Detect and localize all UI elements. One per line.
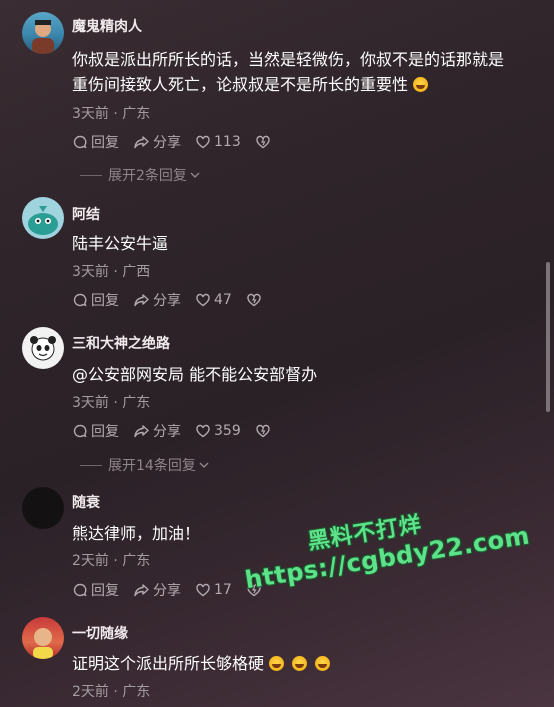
share-icon (134, 136, 149, 149)
share-label: 分享 (153, 583, 181, 599)
reply-button[interactable]: 回复 (72, 290, 119, 310)
avatar-person-icon (32, 20, 54, 54)
like-button[interactable]: 113 (195, 134, 241, 150)
share-icon (134, 294, 149, 307)
avatar[interactable] (22, 487, 64, 529)
share-label: 分享 (153, 424, 181, 440)
comment-time-location: 3天前 · 广东 (72, 106, 151, 122)
reply-button[interactable]: 回复 (72, 132, 119, 152)
laugh-emoji-icon (292, 656, 308, 671)
like-button[interactable]: 17 (195, 582, 232, 598)
like-count: 113 (214, 134, 241, 150)
expand-replies-button[interactable]: 展开2条回复 (80, 165, 201, 185)
share-label: 分享 (153, 135, 181, 151)
username[interactable]: 一切随缘 (72, 623, 128, 643)
username[interactable]: 三和大神之绝路 (72, 333, 170, 353)
laugh-emoji-icon (413, 77, 429, 92)
chevron-down-icon (199, 462, 209, 468)
heart-icon (196, 583, 210, 597)
avatar[interactable] (22, 617, 64, 659)
like-count: 359 (214, 423, 241, 439)
dislike-heart-icon (247, 293, 261, 307)
reply-button[interactable]: 回复 (72, 580, 119, 600)
dislike-button[interactable] (255, 134, 274, 150)
avatar-creature-icon (28, 206, 58, 235)
username[interactable]: 随衰 (72, 492, 100, 512)
avatar[interactable] (22, 197, 64, 239)
username[interactable]: 阿结 (72, 204, 100, 224)
reply-icon (73, 424, 87, 438)
expand-replies-label: 展开14条回复 (108, 458, 196, 474)
dislike-heart-icon (256, 135, 270, 149)
comment-time-location: 2天前 · 广东 (72, 684, 151, 700)
share-icon (134, 425, 149, 438)
comment-actions: 回复 分享 47 (72, 289, 279, 311)
comment-line-text: 重伤间接致人死亡，论叔叔是不是所长的重要性 (72, 75, 409, 94)
comment-text: @公安部网安局 能不能公安部督办 (72, 362, 532, 387)
reply-icon (73, 293, 87, 307)
comment-line-text: 证明这个派出所所长够格硬 (72, 654, 265, 673)
comment-actions: 回复 分享 359 (72, 420, 288, 442)
scrollbar-thumb[interactable] (546, 262, 550, 412)
chevron-down-icon (190, 172, 200, 178)
reply-label: 回复 (91, 293, 119, 309)
comment-line: 陆丰公安牛逼 (72, 234, 169, 253)
reply-button[interactable]: 回复 (72, 421, 119, 441)
avatar[interactable] (22, 327, 64, 369)
dislike-button[interactable] (255, 423, 274, 439)
share-button[interactable]: 分享 (133, 290, 181, 310)
reply-label: 回复 (91, 583, 119, 599)
like-count: 17 (214, 582, 232, 598)
divider (80, 464, 102, 466)
avatar[interactable] (22, 12, 64, 54)
reply-label: 回复 (91, 424, 119, 440)
share-icon (134, 584, 149, 597)
comment-line: 重伤间接致人死亡，论叔叔是不是所长的重要性 (72, 72, 532, 97)
comment-actions: 回复 分享 113 (72, 131, 288, 153)
expand-replies-label: 展开2条回复 (108, 168, 187, 184)
comment-line: @公安部网安局 能不能公安部督办 (72, 365, 318, 384)
comment-time-location: 2天前 · 广东 (72, 553, 151, 569)
reply-icon (73, 583, 87, 597)
comment-line: 证明这个派出所所长够格硬 (72, 651, 532, 676)
dislike-button[interactable] (246, 292, 265, 308)
heart-icon (196, 135, 210, 149)
watermark: 黑料不打烊 https://cgbdy22.com (238, 490, 532, 594)
reply-icon (73, 135, 87, 149)
comment-line: 你叔是派出所所长的话，当然是轻微伤，你叔不是的话那就是 (72, 50, 505, 69)
comment-text: 证明这个派出所所长够格硬 (72, 651, 532, 676)
share-button[interactable]: 分享 (133, 132, 181, 152)
dislike-heart-icon (256, 424, 270, 438)
reply-label: 回复 (91, 135, 119, 151)
divider (80, 174, 102, 176)
expand-replies-button[interactable]: 展开14条回复 (80, 455, 210, 475)
share-button[interactable]: 分享 (133, 421, 181, 441)
share-button[interactable]: 分享 (133, 580, 181, 600)
comment-text: 陆丰公安牛逼 (72, 231, 532, 256)
like-button[interactable]: 47 (195, 292, 232, 308)
like-button[interactable]: 359 (195, 423, 241, 439)
comment-time-location: 3天前 · 广西 (72, 264, 151, 280)
heart-icon (196, 424, 210, 438)
laugh-emoji-icon (269, 656, 285, 671)
heart-icon (196, 293, 210, 307)
comment-time-location: 3天前 · 广东 (72, 395, 151, 411)
username[interactable]: 魔鬼精肉人 (72, 16, 142, 36)
share-label: 分享 (153, 293, 181, 309)
comment-text: 你叔是派出所所长的话，当然是轻微伤，你叔不是的话那就是 重伤间接致人死亡，论叔叔… (72, 47, 532, 97)
avatar-panda-icon (30, 336, 56, 361)
like-count: 47 (214, 292, 232, 308)
laugh-emoji-icon (315, 656, 331, 671)
avatar-person-icon (33, 628, 53, 659)
